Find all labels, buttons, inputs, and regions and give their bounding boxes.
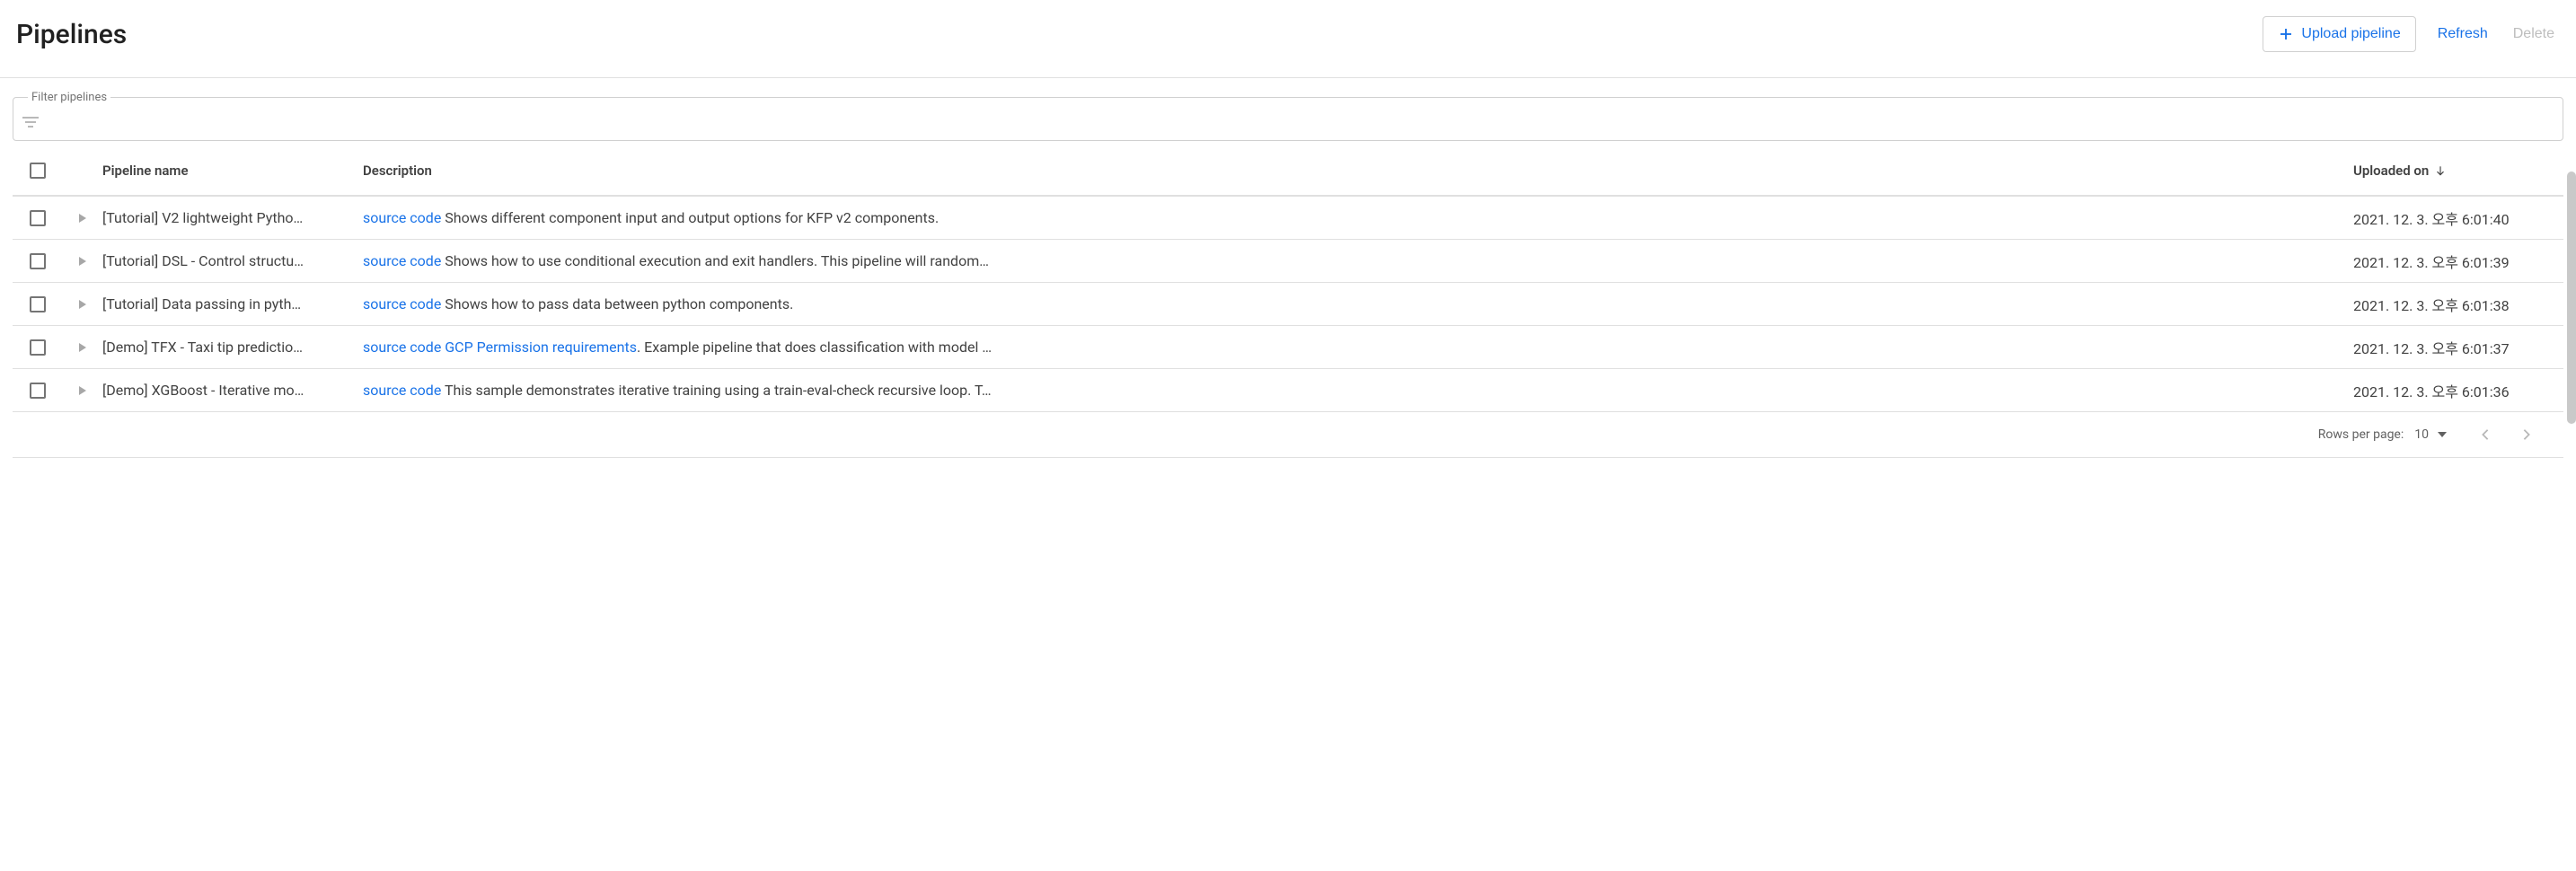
- filter-fieldset[interactable]: Filter pipelines: [13, 91, 2563, 141]
- next-page-button[interactable]: [2511, 423, 2542, 446]
- rows-per-page-value: 10: [2414, 427, 2429, 442]
- description-text: This sample demonstrates iterative train…: [441, 382, 991, 399]
- refresh-button[interactable]: Refresh: [2434, 17, 2492, 51]
- pipeline-name-link[interactable]: [Demo] XGBoost - Iterative mo…: [102, 382, 363, 399]
- dropdown-icon: [2438, 432, 2447, 437]
- filter-icon: [22, 117, 39, 128]
- description-cell: source code Shows different component in…: [363, 209, 2353, 226]
- table-row: [Demo] XGBoost - Iterative mo…source cod…: [13, 369, 2563, 412]
- row-checkbox-cell: [13, 339, 63, 356]
- col-pipeline-name[interactable]: Pipeline name: [102, 163, 363, 179]
- row-checkbox[interactable]: [30, 210, 46, 226]
- table-body: [Tutorial] V2 lightweight Pytho…source c…: [13, 197, 2563, 412]
- expand-row-icon[interactable]: [79, 386, 86, 395]
- uploaded-on-value: 2021. 12. 3. 오후 6:01:36: [2353, 380, 2551, 401]
- delete-button: Delete: [2510, 17, 2558, 51]
- header: Pipelines Upload pipeline Refresh Delete: [0, 0, 2576, 78]
- description-text: Shows different component input and outp…: [441, 209, 939, 226]
- description-cell: source code Shows how to pass data betwe…: [363, 295, 2353, 312]
- row-checkbox[interactable]: [30, 383, 46, 399]
- table-row: [Tutorial] DSL - Control structu…source …: [13, 240, 2563, 283]
- pipeline-name-link[interactable]: [Demo] TFX - Taxi tip predictio…: [102, 339, 363, 356]
- row-checkbox-cell: [13, 210, 63, 226]
- pipeline-name-link[interactable]: [Tutorial] Data passing in pyth…: [102, 295, 363, 312]
- pagination-bar: Rows per page: 10: [13, 412, 2563, 458]
- gcp-permission-link[interactable]: GCP Permission requirements: [445, 339, 637, 356]
- expand-row-icon[interactable]: [79, 300, 86, 309]
- row-checkbox[interactable]: [30, 296, 46, 312]
- col-uploaded-on[interactable]: Uploaded on: [2353, 163, 2551, 179]
- source-code-link[interactable]: source code: [363, 382, 441, 399]
- description-cell: source code This sample demonstrates ite…: [363, 382, 2353, 399]
- col-uploaded-label: Uploaded on: [2353, 163, 2429, 179]
- scrollbar-vertical[interactable]: [2567, 172, 2576, 424]
- col-description[interactable]: Description: [363, 163, 2353, 179]
- row-checkbox[interactable]: [30, 253, 46, 269]
- row-checkbox-cell: [13, 253, 63, 269]
- filter-container: Filter pipelines: [0, 78, 2576, 146]
- uploaded-on-value: 2021. 12. 3. 오후 6:01:37: [2353, 337, 2551, 358]
- row-checkbox-cell: [13, 296, 63, 312]
- page-title: Pipelines: [16, 19, 127, 50]
- upload-pipeline-button[interactable]: Upload pipeline: [2263, 16, 2415, 52]
- sort-descending-icon: [2434, 164, 2447, 177]
- description-cell: source code Shows how to use conditional…: [363, 252, 2353, 269]
- expand-cell: [63, 300, 102, 309]
- filter-legend: Filter pipelines: [28, 91, 110, 104]
- row-checkbox-cell: [13, 383, 63, 399]
- pipeline-name-link[interactable]: [Tutorial] V2 lightweight Pytho…: [102, 209, 363, 226]
- expand-row-icon[interactable]: [79, 214, 86, 223]
- header-actions: Upload pipeline Refresh Delete: [2263, 16, 2558, 52]
- uploaded-on-value: 2021. 12. 3. 오후 6:01:38: [2353, 294, 2551, 315]
- plus-icon: [2278, 26, 2294, 42]
- select-all-checkbox[interactable]: [30, 163, 46, 179]
- source-code-link[interactable]: source code: [363, 209, 441, 226]
- expand-cell: [63, 257, 102, 266]
- table-row: [Tutorial] Data passing in pyth…source c…: [13, 283, 2563, 326]
- description-cell: source code GCP Permission requirements.…: [363, 339, 2353, 356]
- description-text: Shows how to pass data between python co…: [441, 295, 793, 312]
- upload-pipeline-label: Upload pipeline: [2301, 26, 2400, 42]
- pipeline-name-link[interactable]: [Tutorial] DSL - Control structu…: [102, 252, 363, 269]
- rows-per-page-select[interactable]: 10: [2414, 427, 2459, 442]
- source-code-link[interactable]: source code: [363, 295, 441, 312]
- pipelines-table: Pipeline name Description Uploaded on [T…: [0, 146, 2576, 458]
- table-header-row: Pipeline name Description Uploaded on: [13, 146, 2563, 197]
- description-text: . Example pipeline that does classificat…: [637, 339, 992, 356]
- expand-row-icon[interactable]: [79, 257, 86, 266]
- filter-input[interactable]: [39, 110, 2554, 136]
- source-code-link[interactable]: source code: [363, 339, 441, 356]
- chevron-left-icon: [2481, 428, 2490, 441]
- expand-cell: [63, 343, 102, 352]
- header-checkbox-cell: [13, 163, 63, 179]
- table-row: [Tutorial] V2 lightweight Pytho…source c…: [13, 197, 2563, 240]
- rows-per-page-label: Rows per page:: [2318, 427, 2404, 442]
- expand-row-icon[interactable]: [79, 343, 86, 352]
- expand-cell: [63, 386, 102, 395]
- uploaded-on-value: 2021. 12. 3. 오후 6:01:39: [2353, 251, 2551, 272]
- table-row: [Demo] TFX - Taxi tip predictio…source c…: [13, 326, 2563, 369]
- row-checkbox[interactable]: [30, 339, 46, 356]
- uploaded-on-value: 2021. 12. 3. 오후 6:01:40: [2353, 207, 2551, 229]
- chevron-right-icon: [2522, 428, 2531, 441]
- expand-cell: [63, 214, 102, 223]
- source-code-link[interactable]: source code: [363, 252, 441, 269]
- description-text: Shows how to use conditional execution a…: [441, 252, 989, 269]
- prev-page-button[interactable]: [2470, 423, 2501, 446]
